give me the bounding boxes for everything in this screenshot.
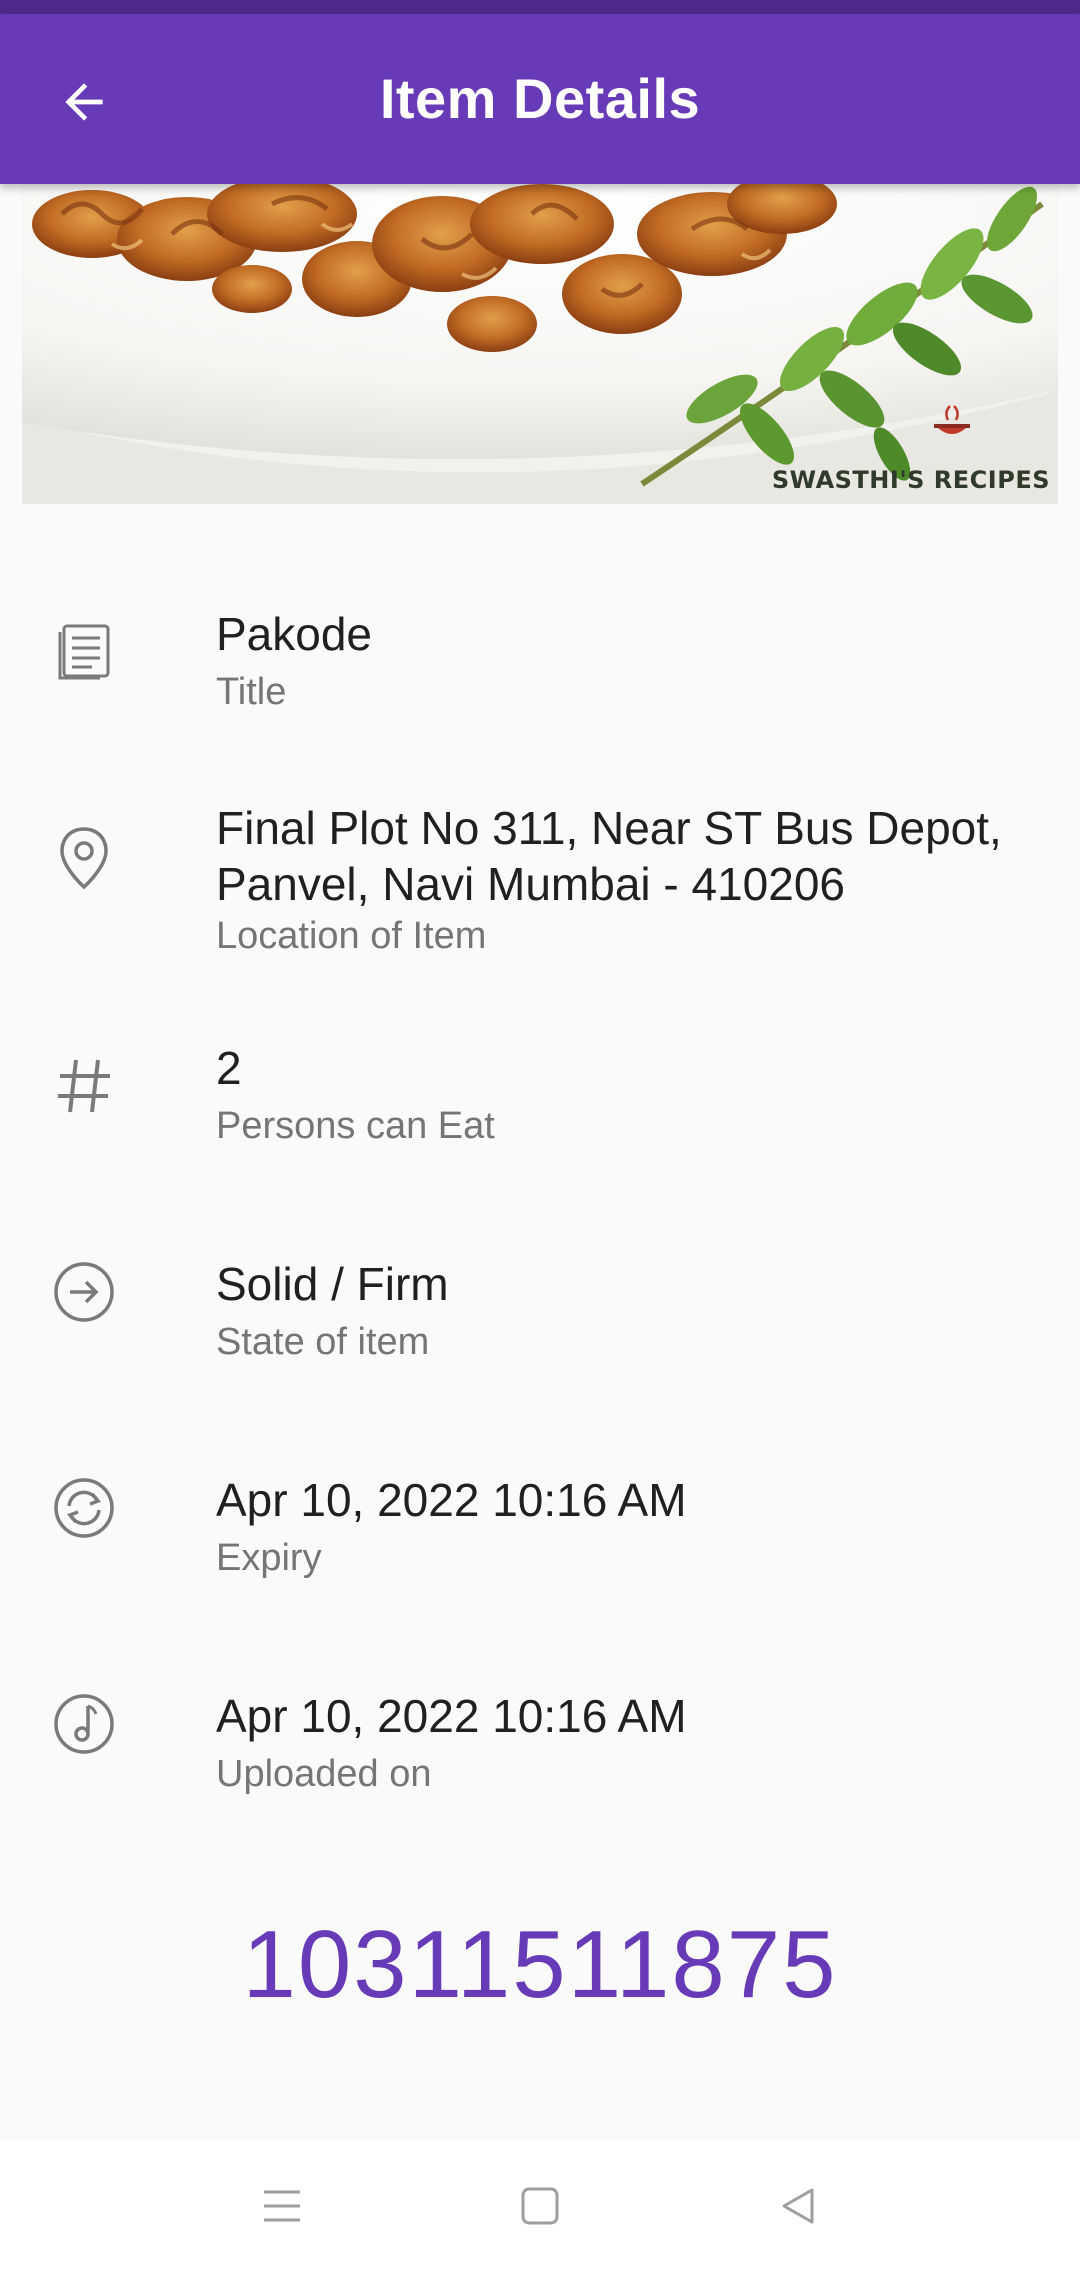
state-label: State of item: [216, 1321, 430, 1363]
document-icon: [48, 614, 120, 686]
clock-circle-icon: [48, 1688, 120, 1760]
expiry-value: Apr 10, 2022 10:16 AM: [216, 1474, 687, 1526]
arrow-circle-icon: [48, 1256, 120, 1328]
refresh-circle-icon: [48, 1472, 120, 1544]
location-label: Location of Item: [216, 915, 487, 957]
item-code: 10311511875: [242, 1911, 838, 2018]
system-nav-bar: [0, 2140, 1080, 2272]
location-value: Final Plot No 311, Near ST Bus Depot, Pa…: [216, 802, 1002, 910]
title-label: Title: [216, 671, 287, 713]
persons-value: 2: [216, 1042, 242, 1094]
uploaded-label: Uploaded on: [216, 1753, 432, 1795]
menu-icon[interactable]: [246, 2170, 318, 2242]
persons-label: Persons can Eat: [216, 1105, 495, 1147]
page-title: Item Details: [379, 67, 701, 130]
home-square-icon[interactable]: [504, 2170, 576, 2242]
back-triangle-icon[interactable]: [762, 2170, 834, 2242]
title-value: Pakode: [216, 608, 373, 660]
hash-icon: [48, 1050, 120, 1122]
expiry-label: Expiry: [216, 1537, 322, 1579]
location-pin-icon: [48, 822, 120, 894]
image-watermark: SWASTHI'S RECIPES: [771, 466, 1050, 494]
uploaded-value: Apr 10, 2022 10:16 AM: [216, 1690, 687, 1742]
state-value: Solid / Firm: [216, 1258, 449, 1310]
item-image: SWASTHI'S RECIPES: [22, 184, 1058, 504]
status-bar: [0, 0, 1080, 14]
app-bar: Item Details: [0, 14, 1080, 184]
